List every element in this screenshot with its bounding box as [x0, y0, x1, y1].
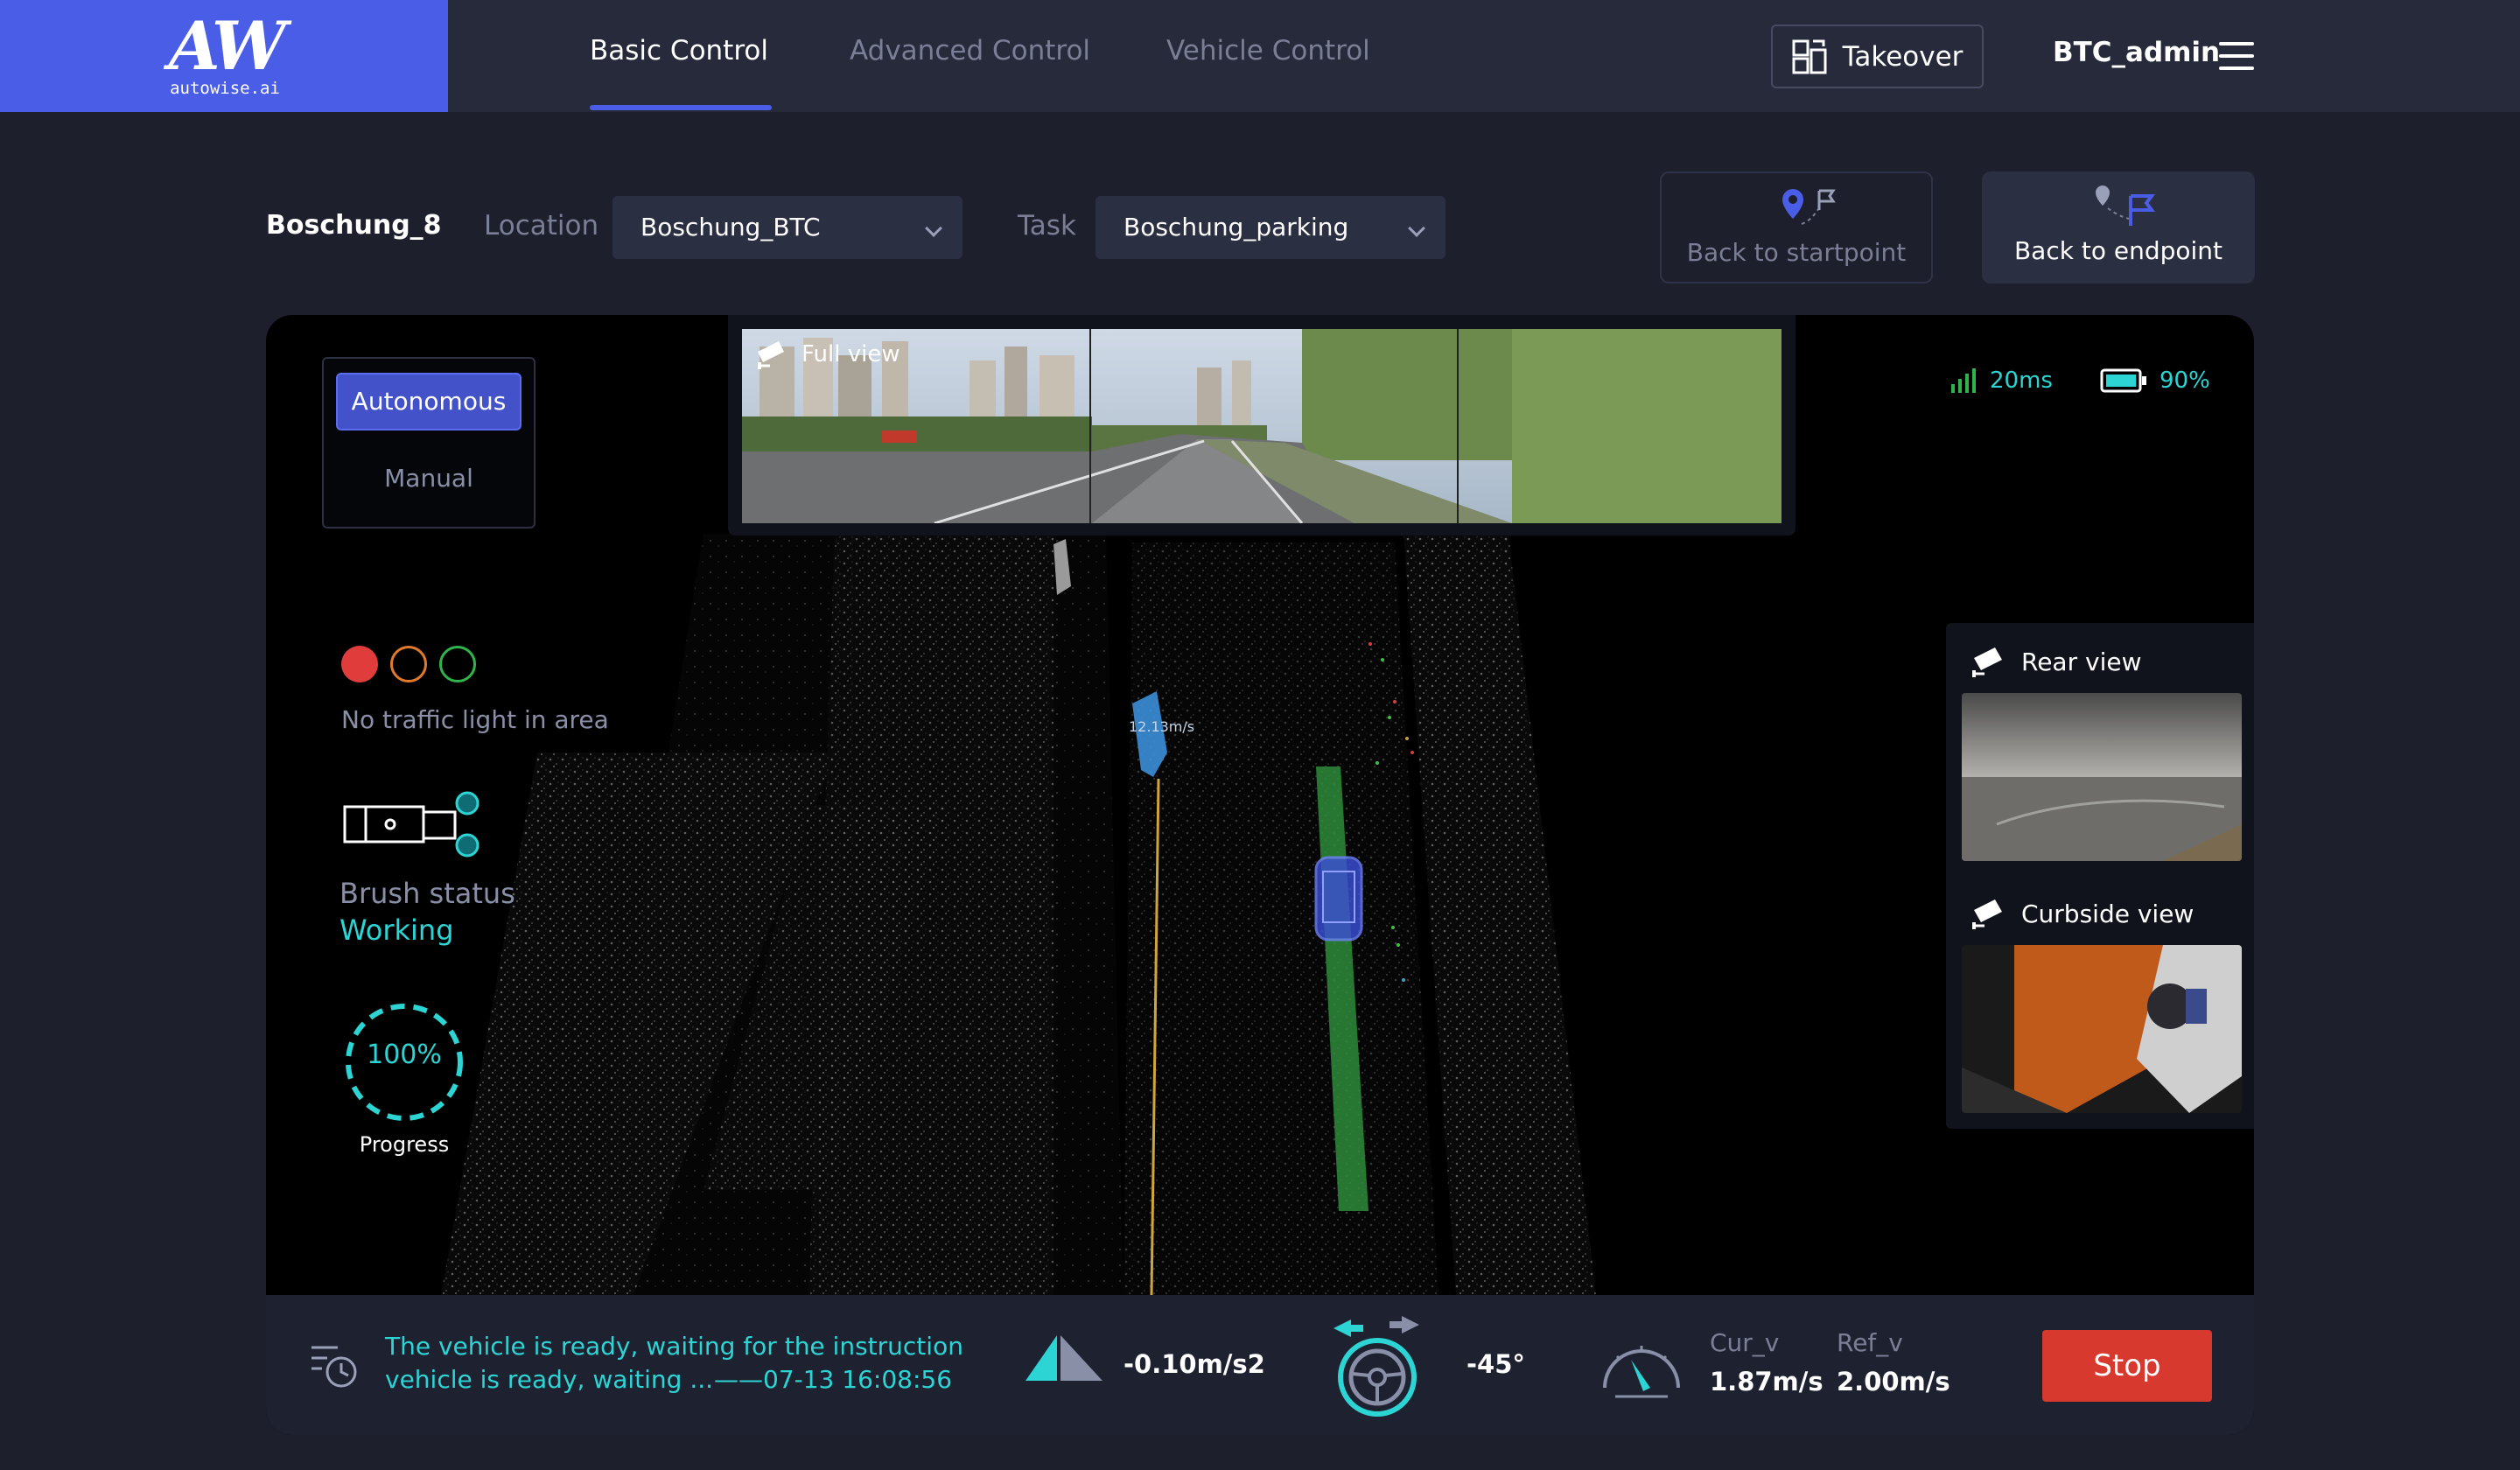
progress-value: 100% — [367, 1040, 442, 1070]
chevron-down-icon — [1408, 220, 1425, 237]
signal-icon — [1951, 368, 1976, 393]
acceleration-value: -0.10m/s2 — [1124, 1349, 1265, 1379]
history-icon[interactable] — [308, 1339, 360, 1391]
location-select[interactable]: Boschung_BTC — [612, 196, 962, 259]
task-value: Boschung_parking — [1124, 213, 1349, 242]
location-pin-icon — [1782, 189, 1836, 225]
top-bar: AW autowise.ai Basic Control Advanced Co… — [0, 0, 2520, 112]
takeover-icon — [1792, 39, 1827, 74]
tab-advanced-control[interactable]: Advanced Control — [850, 35, 1090, 79]
location-value: Boschung_BTC — [640, 213, 821, 242]
battery-value: 90% — [2160, 368, 2210, 394]
menu-icon[interactable] — [2219, 42, 2254, 70]
current-velocity-label: Cur_v — [1710, 1328, 1780, 1357]
object-speed-label: 12.13m/s — [1129, 718, 1194, 735]
full-view-camera[interactable]: Full view — [728, 315, 1796, 536]
autonomous-mode-button[interactable]: Autonomous — [336, 373, 522, 430]
task-label: Task — [1018, 210, 1076, 242]
manual-mode-button[interactable]: Manual — [324, 464, 534, 493]
steering-value: -45° — [1466, 1349, 1525, 1379]
curbside-view-title: Curbside view — [1969, 898, 2194, 929]
current-velocity-value: 1.87m/s — [1710, 1367, 1824, 1396]
reference-velocity-label: Ref_v — [1837, 1328, 1903, 1357]
drive-mode-toggle: Autonomous Manual — [322, 357, 536, 528]
green-light-icon — [439, 646, 476, 682]
progress-label: Progress — [359, 1132, 450, 1157]
amber-light-icon — [390, 646, 427, 682]
rear-view-label: Rear view — [2021, 647, 2142, 676]
rear-view-title: Rear view — [1969, 646, 2141, 677]
brush-vehicle-icon — [343, 791, 480, 858]
status-message-short: vehicle is ready, waiting ... — [385, 1365, 714, 1394]
traffic-light-indicator — [341, 646, 499, 684]
status-message: The vehicle is ready, waiting for the in… — [385, 1332, 963, 1361]
acceleration-icon — [1026, 1335, 1102, 1381]
flag-icon — [2096, 186, 2155, 226]
traffic-light-status: No traffic light in area — [341, 705, 609, 734]
camera-icon — [1972, 900, 2002, 929]
vehicle-viewport[interactable]: 12.13m/s Autonomous Manual No traffic li… — [266, 315, 2254, 1435]
location-label: Location — [484, 210, 599, 242]
takeover-button[interactable]: Takeover — [1771, 24, 1984, 88]
reference-velocity-value: 2.00m/s — [1837, 1367, 1950, 1396]
stop-button[interactable]: Stop — [2042, 1330, 2212, 1402]
rear-view-image[interactable] — [1962, 693, 2242, 861]
logo-subtitle: autowise.ai — [170, 79, 280, 98]
camera-icon — [758, 341, 784, 369]
back-to-startpoint-button[interactable]: Back to startpoint — [1660, 172, 1933, 284]
speedometer-icon — [1603, 1346, 1680, 1398]
user-name[interactable]: BTC_admin — [2053, 37, 2220, 68]
battery-level: 90% — [2100, 368, 2210, 394]
status-timestamp: ——07-13 16:08:56 — [714, 1365, 953, 1394]
back-to-endpoint-button[interactable]: Back to endpoint — [1982, 172, 2255, 284]
curbside-view-label: Curbside view — [2021, 899, 2194, 928]
curbside-view-image[interactable] — [1962, 945, 2242, 1113]
tab-vehicle-control[interactable]: Vehicle Control — [1166, 35, 1370, 79]
logo-mark: AW — [168, 7, 287, 85]
camera-icon — [1972, 648, 2002, 677]
latency-value: 20ms — [1990, 368, 2053, 394]
tab-basic-control[interactable]: Basic Control — [590, 35, 768, 79]
task-select[interactable]: Boschung_parking — [1096, 196, 1446, 259]
side-cameras-panel: Rear view Curbside view — [1946, 623, 2254, 1129]
steering-wheel-icon — [1334, 1316, 1419, 1417]
active-tab-indicator — [590, 105, 772, 110]
chevron-down-icon — [925, 220, 942, 237]
back-to-startpoint-label: Back to startpoint — [1686, 238, 1907, 267]
red-light-icon — [341, 646, 378, 682]
brush-status-label: Brush status — [340, 877, 515, 910]
back-to-endpoint-label: Back to endpoint — [2013, 236, 2223, 265]
vehicle-name: Boschung_8 — [266, 210, 442, 241]
full-view-text: Full view — [802, 341, 900, 368]
logo[interactable]: AW autowise.ai — [0, 0, 448, 112]
takeover-label: Takeover — [1842, 40, 1964, 73]
status-bar: The vehicle is ready, waiting for the in… — [266, 1295, 2254, 1435]
full-view-label: Full view — [754, 340, 900, 369]
battery-icon — [2100, 368, 2146, 393]
brush-status-value: Working — [340, 914, 454, 947]
network-latency: 20ms — [1950, 368, 2053, 394]
